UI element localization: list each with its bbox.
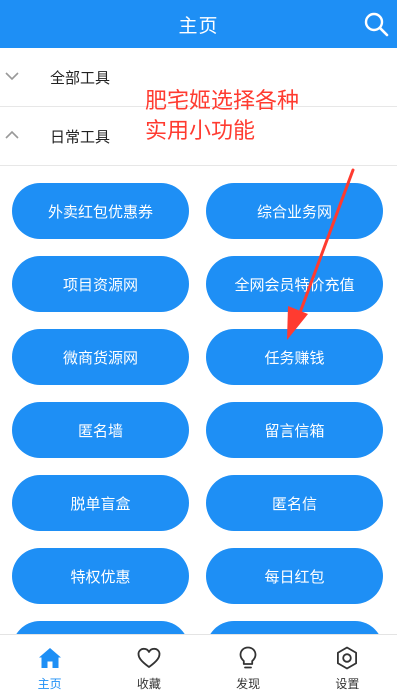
annotation-line: 肥宅姬选择各种 <box>145 89 300 114</box>
tab-home[interactable]: 主页 <box>0 635 99 698</box>
section-label: 日常工具 <box>50 128 111 146</box>
settings-icon <box>337 646 358 670</box>
tool-button[interactable] <box>206 621 383 634</box>
tool-grid: 外卖红包优惠券 综合业务网 项目资源网 全网会员特价充值 微商货源网 任务赚钱 … <box>0 166 397 634</box>
tab-label: 主页 <box>37 677 62 691</box>
tool-button[interactable]: 微商货源网 <box>12 329 189 385</box>
bottom-tab-bar: 主页 收藏 发现 设置 <box>0 634 397 698</box>
tool-button[interactable]: 任务赚钱 <box>206 329 383 385</box>
bulb-icon <box>239 646 257 669</box>
annotation-line: 实用小功能 <box>145 119 256 144</box>
top-app-bar: 主页 <box>0 0 397 48</box>
tab-settings[interactable]: 设置 <box>298 635 397 698</box>
tool-button[interactable]: 全网会员特价充值 <box>206 256 383 312</box>
tool-button[interactable]: 综合业务网 <box>206 183 383 239</box>
section-label: 全部工具 <box>50 69 111 87</box>
tool-button[interactable]: 每日红包 <box>206 548 383 604</box>
tool-button[interactable]: 匿名信 <box>206 475 383 531</box>
tab-label: 收藏 <box>136 677 161 691</box>
tab-label: 发现 <box>236 677 261 691</box>
tool-button[interactable]: 脱单盲盒 <box>12 475 189 531</box>
home-icon <box>38 648 61 668</box>
tab-discover[interactable]: 发现 <box>199 635 298 698</box>
chevron-down-icon <box>5 72 19 81</box>
tool-button[interactable]: 项目资源网 <box>12 256 189 312</box>
tool-button[interactable]: 留言信箱 <box>206 402 383 458</box>
annotation-text: 肥宅姬选择各种 实用小功能 <box>145 87 299 147</box>
tool-button[interactable] <box>12 621 189 634</box>
tool-button[interactable]: 特权优惠 <box>12 548 189 604</box>
tool-button[interactable]: 匿名墙 <box>12 402 189 458</box>
heart-icon <box>137 647 161 668</box>
chevron-up-icon <box>5 130 19 139</box>
tool-button[interactable]: 外卖红包优惠券 <box>12 183 189 239</box>
tab-label: 设置 <box>335 677 360 691</box>
page-title: 主页 <box>178 14 219 37</box>
search-icon[interactable] <box>363 11 389 37</box>
tab-favorites[interactable]: 收藏 <box>99 635 198 698</box>
